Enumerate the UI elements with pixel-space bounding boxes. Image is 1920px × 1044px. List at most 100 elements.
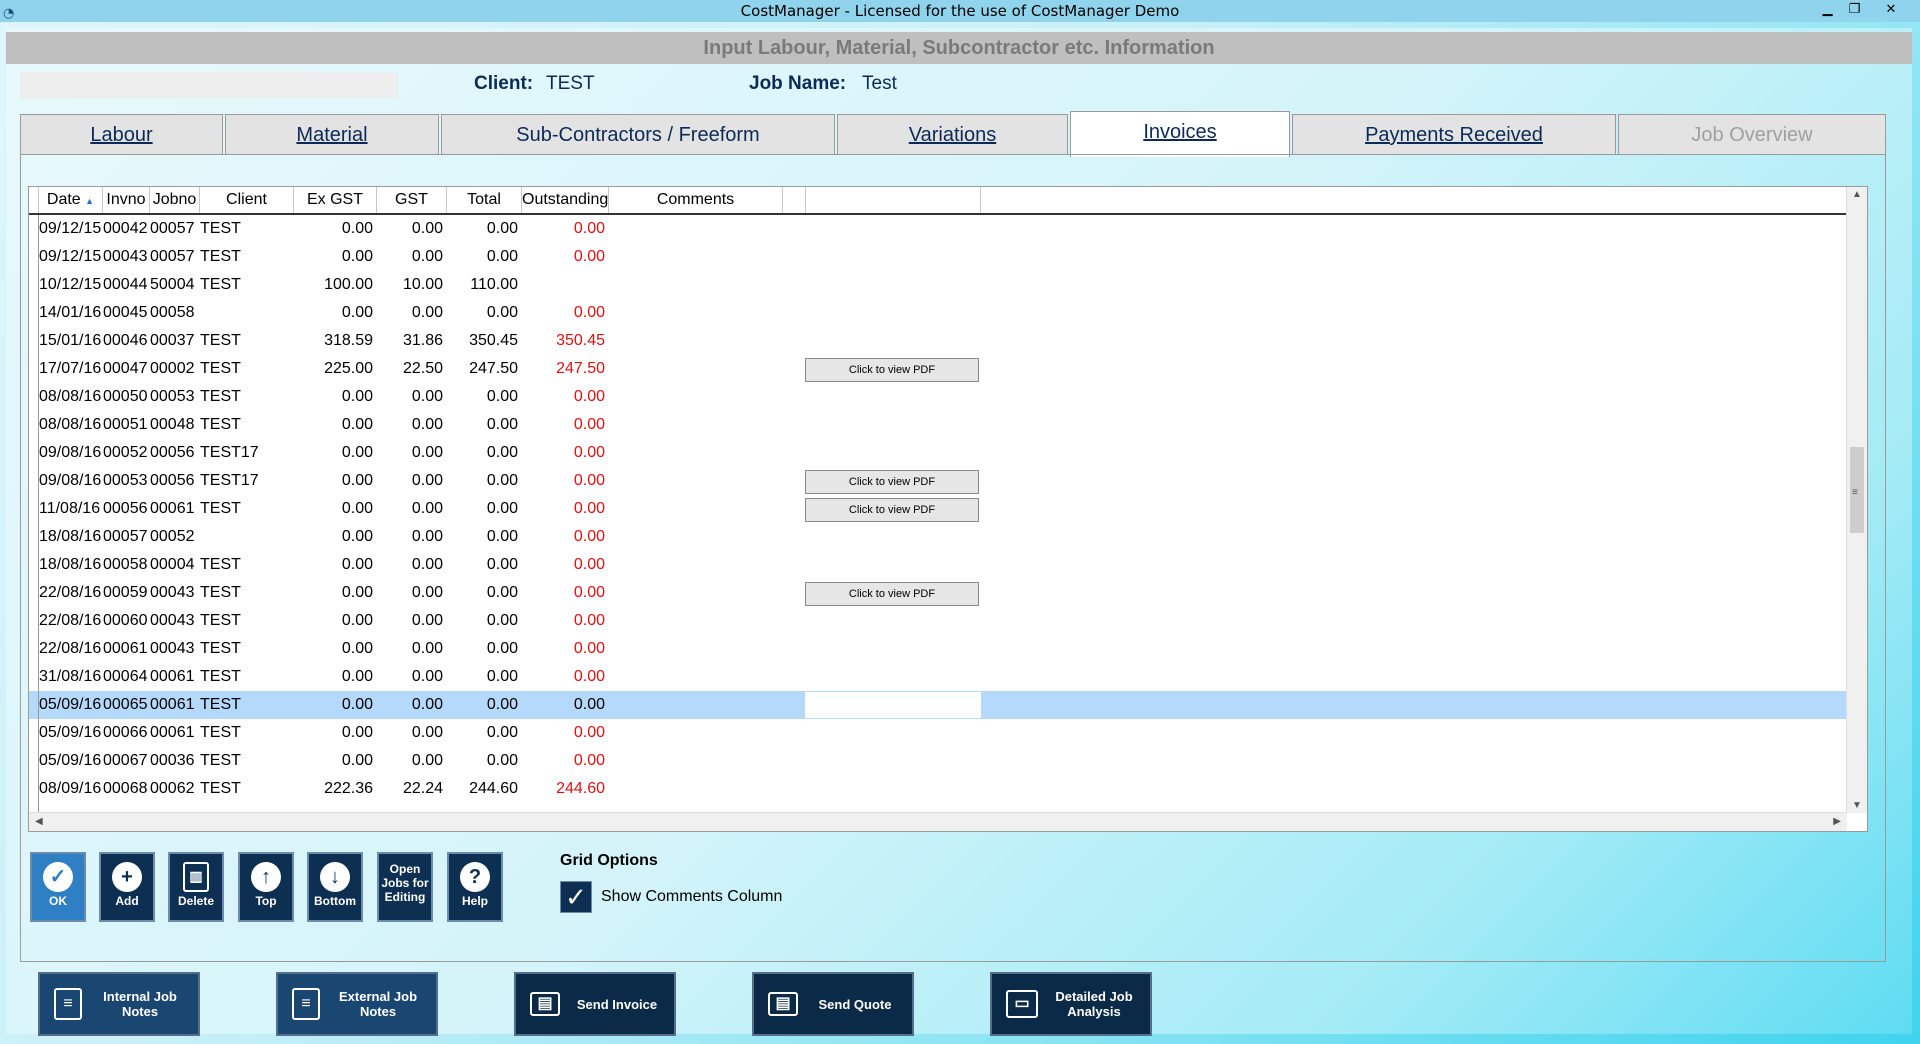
cell-jobno[interactable]: 00043	[150, 635, 200, 663]
view-pdf-button[interactable]: Click to view PDF	[805, 582, 979, 606]
cell-jobno[interactable]: 00053	[150, 383, 200, 411]
cell-jobno[interactable]: 00058	[150, 299, 200, 327]
app-icon[interactable]: ◔	[3, 3, 14, 25]
cell-invno[interactable]: 00053	[103, 467, 150, 495]
cell-outstanding[interactable]: 0.00	[522, 467, 609, 495]
view-pdf-button[interactable]: Click to view PDF	[805, 470, 979, 494]
cell-client[interactable]: TEST	[200, 579, 294, 607]
cell-jobno[interactable]: 00004	[150, 551, 200, 579]
cell-total[interactable]: 0.00	[447, 551, 522, 579]
cell-date[interactable]: 05/09/16	[39, 719, 103, 747]
cell-comments[interactable]	[609, 299, 783, 327]
cell-total[interactable]: 0.00	[447, 635, 522, 663]
table-row[interactable]: 31/08/16 00064 00061 TEST 0.00 0.00 0.00 0.00	[29, 663, 1847, 691]
cell-total[interactable]: 244.60	[447, 775, 522, 803]
cell-client[interactable]: TEST	[200, 495, 294, 523]
cell-comments[interactable]	[609, 355, 783, 383]
cell-invno[interactable]: 00064	[103, 663, 150, 691]
cell-comments[interactable]	[609, 467, 783, 495]
cell-gst[interactable]: 0.00	[377, 523, 447, 551]
column-header-client[interactable]: Client	[200, 187, 294, 213]
view-pdf-button[interactable]: Click to view PDF	[805, 358, 979, 382]
table-row[interactable]: 09/12/15 00043 00057 TEST 0.00 0.00 0.00 0.00	[29, 243, 1847, 271]
cell-total[interactable]: 350.45	[447, 327, 522, 355]
cell-date[interactable]: 08/08/16	[39, 383, 103, 411]
cell-jobno[interactable]: 00002	[150, 355, 200, 383]
internal-job-notes-button[interactable]: ≡ Internal Job Notes	[38, 972, 200, 1036]
cell-date[interactable]: 05/09/16	[39, 747, 103, 775]
cell-comments[interactable]	[609, 607, 783, 635]
cell-invno[interactable]: 00052	[103, 439, 150, 467]
cell-exgst[interactable]: 100.00	[294, 271, 377, 299]
cell-total[interactable]: 0.00	[447, 467, 522, 495]
cell-client[interactable]: TEST	[200, 551, 294, 579]
table-row[interactable]: 22/08/16 00060 00043 TEST 0.00 0.00 0.00 0.00	[29, 607, 1847, 635]
cell-gst[interactable]: 31.86	[377, 327, 447, 355]
cell-outstanding[interactable]: 0.00	[522, 383, 609, 411]
table-row[interactable]: 05/09/16 00066 00061 TEST 0.00 0.00 0.00 0.00	[29, 719, 1847, 747]
cell-gst[interactable]: 0.00	[377, 411, 447, 439]
cell-total[interactable]: 0.00	[447, 523, 522, 551]
table-row[interactable]: 05/09/16 00067 00036 TEST 0.00 0.00 0.00 0.00	[29, 747, 1847, 775]
cell-date[interactable]: 15/01/16	[39, 327, 103, 355]
cell-client[interactable]: TEST	[200, 747, 294, 775]
cell-jobno[interactable]: 50004	[150, 271, 200, 299]
cell-total[interactable]: 0.00	[447, 747, 522, 775]
send-invoice-button[interactable]: ▤ Send Invoice	[514, 972, 676, 1036]
cell-outstanding[interactable]: 0.00	[522, 243, 609, 271]
cell-invno[interactable]: 00065	[103, 691, 150, 719]
cell-client[interactable]: TEST	[200, 663, 294, 691]
cell-comments[interactable]	[609, 439, 783, 467]
cell-client[interactable]: TEST	[200, 719, 294, 747]
cell-total[interactable]: 0.00	[447, 243, 522, 271]
cell-jobno[interactable]: 00036	[150, 747, 200, 775]
cell-date[interactable]: 14/01/16	[39, 299, 103, 327]
tab-invoices[interactable]: Invoices	[1070, 111, 1290, 157]
cell-client[interactable]: TEST	[200, 327, 294, 355]
cell-client[interactable]: TEST17	[200, 467, 294, 495]
cell-client[interactable]: TEST	[200, 411, 294, 439]
cell-exgst[interactable]: 0.00	[294, 523, 377, 551]
cell-invno[interactable]: 00056	[103, 495, 150, 523]
cell-invno[interactable]: 00068	[103, 775, 150, 803]
cell-jobno[interactable]: 00061	[150, 691, 200, 719]
cell-date[interactable]: 09/08/16	[39, 467, 103, 495]
cell-comments[interactable]	[609, 243, 783, 271]
cell-date[interactable]: 08/09/16	[39, 775, 103, 803]
cell-exgst[interactable]: 0.00	[294, 551, 377, 579]
cell-pdf-editing[interactable]	[805, 692, 981, 718]
cell-exgst[interactable]: 0.00	[294, 411, 377, 439]
show-comments-checkbox[interactable]: ✓	[560, 881, 592, 913]
external-job-notes-button[interactable]: ≡ External Job Notes	[276, 972, 438, 1036]
cell-jobno[interactable]: 00057	[150, 215, 200, 243]
restore-icon[interactable]: ❐	[1841, 0, 1868, 20]
table-row[interactable]: 10/12/15 00044 50004 TEST 100.00 10.00 110.00	[29, 271, 1847, 299]
cell-total[interactable]: 110.00	[447, 271, 522, 299]
table-row[interactable]: 09/08/16 00053 00056 TEST17 0.00 0.00 0.00 0.00…	[29, 467, 1847, 495]
cell-client[interactable]: TEST	[200, 607, 294, 635]
table-row[interactable]: 08/09/16 00068 00062 TEST 222.36 22.24 244.60 2…	[29, 775, 1847, 803]
cell-gst[interactable]: 0.00	[377, 439, 447, 467]
table-row[interactable]: 22/08/16 00059 00043 TEST 0.00 0.00 0.00 0.00 Cl…	[29, 579, 1847, 607]
cell-date[interactable]: 09/12/15	[39, 215, 103, 243]
cell-client[interactable]: TEST	[200, 775, 294, 803]
cell-exgst[interactable]: 0.00	[294, 467, 377, 495]
vertical-scrollbar[interactable]: ▲ ≡ ▼	[1846, 187, 1867, 813]
cell-comments[interactable]	[609, 663, 783, 691]
cell-invno[interactable]: 00043	[103, 243, 150, 271]
cell-invno[interactable]: 00058	[103, 551, 150, 579]
cell-invno[interactable]: 00061	[103, 635, 150, 663]
table-row[interactable]: 08/08/16 00050 00053 TEST 0.00 0.00 0.00 0.00	[29, 383, 1847, 411]
cell-gst[interactable]: 0.00	[377, 719, 447, 747]
scroll-right-icon[interactable]: ▶	[1833, 816, 1841, 827]
cell-exgst[interactable]: 0.00	[294, 691, 377, 719]
cell-invno[interactable]: 00045	[103, 299, 150, 327]
table-row[interactable]: 09/08/16 00052 00056 TEST17 0.00 0.00 0.00 0.00	[29, 439, 1847, 467]
cell-total[interactable]: 0.00	[447, 579, 522, 607]
cell-jobno[interactable]: 00048	[150, 411, 200, 439]
cell-comments[interactable]	[609, 551, 783, 579]
cell-invno[interactable]: 00067	[103, 747, 150, 775]
cell-total[interactable]: 0.00	[447, 691, 522, 719]
cell-gst[interactable]: 22.50	[377, 355, 447, 383]
delete-button[interactable]: ▥ Delete	[168, 852, 224, 922]
